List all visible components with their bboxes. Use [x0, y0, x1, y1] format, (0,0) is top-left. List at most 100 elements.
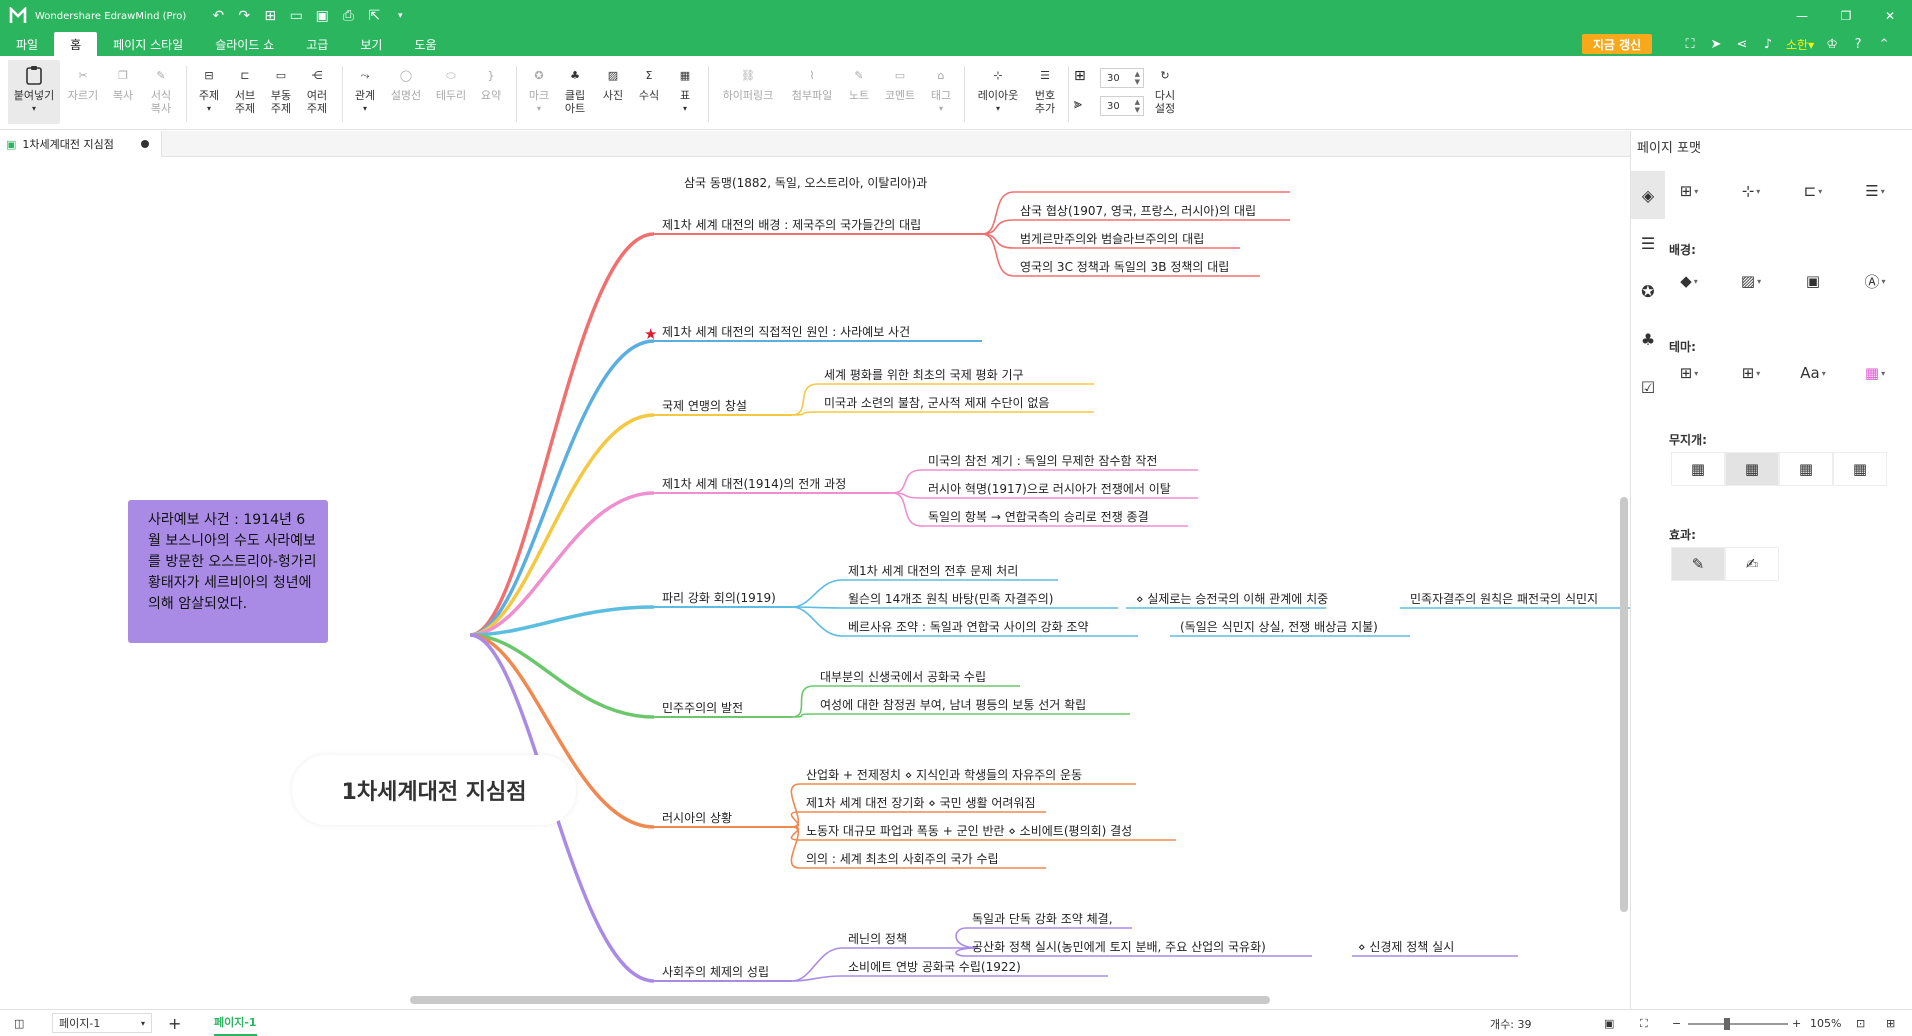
connector-icon[interactable]: ⊏ ▾: [1795, 175, 1831, 207]
subtopic[interactable]: 노동자 대규모 파업과 폭동 + 군인 반란 ⋄ 소비에트(평의회) 결성: [806, 824, 1132, 838]
tab-file[interactable]: 파일: [0, 32, 54, 56]
cut-button[interactable]: ✂ 자르기: [66, 64, 100, 103]
format-copy-button[interactable]: ✎ 서식 복사: [146, 64, 176, 116]
horizontal-scrollbar[interactable]: [410, 996, 1270, 1004]
page-view-icon[interactable]: ◫: [14, 1010, 24, 1036]
rainbow-branch-icon[interactable]: ▦: [1725, 452, 1779, 486]
vertical-scrollbar[interactable]: [1620, 497, 1628, 912]
table-button[interactable]: ▦ 표 ▾: [670, 64, 700, 115]
send-icon[interactable]: ➤: [1708, 36, 1724, 52]
floating-topic-button[interactable]: ▭ 부동 주제: [266, 64, 296, 116]
picture-button[interactable]: ▨ 사진: [598, 64, 628, 103]
reset-button[interactable]: ↻ 다시 설정: [1150, 64, 1180, 116]
window-fit-icon[interactable]: ⊞: [1886, 1010, 1895, 1036]
branch-topic[interactable]: 제1차 세계 대전의 직접적인 원인 : 사라예보 사건: [662, 325, 910, 339]
user-menu[interactable]: 소한▾: [1786, 36, 1814, 52]
subtopic[interactable]: 소비에트 연방 공화국 수립(1922): [848, 960, 1021, 974]
org-chart-icon[interactable]: ⊹ ▾: [1733, 175, 1769, 207]
copy-button[interactable]: ❐ 복사: [108, 64, 138, 103]
branch-topic[interactable]: 제1차 세계 대전의 배경 : 제국주의 국가들간의 대립: [662, 218, 921, 232]
shirt-icon[interactable]: ♔: [1824, 36, 1840, 52]
relation-button[interactable]: ⤳ 관계 ▾: [350, 64, 380, 115]
page-select[interactable]: 페이지-1 ▾: [52, 1013, 152, 1033]
minimize-button[interactable]: —: [1780, 0, 1824, 32]
save-icon[interactable]: ▣: [312, 6, 332, 26]
subtopic[interactable]: 미국과 소련의 불참, 군사적 제재 수단이 없음: [824, 396, 1049, 410]
theme-icon[interactable]: ⊞ ▾: [1671, 357, 1707, 389]
font-icon[interactable]: Aa ▾: [1795, 357, 1831, 389]
subtopic[interactable]: 제1차 세계 대전 장기화 ⋄ 국민 생활 어려워짐: [806, 796, 1036, 810]
branch-topic[interactable]: 사회주의 체제의 성립: [662, 965, 769, 979]
task-icon[interactable]: ☑: [1631, 363, 1665, 411]
subtopic-button[interactable]: ⊏ 서브 주제: [230, 64, 260, 116]
subtopic[interactable]: 여성에 대한 참정권 부여, 남녀 평등의 보통 선거 확립: [820, 698, 1086, 712]
vertical-spacing-input[interactable]: 30 ▲ ▼: [1100, 96, 1144, 116]
effect-handdrawn-icon[interactable]: ✍: [1725, 547, 1779, 581]
tab-home[interactable]: 홈: [54, 32, 98, 56]
branch-topic[interactable]: 러시아의 상황: [662, 811, 732, 825]
multiple-topics-button[interactable]: ⋲ 여러 주제: [302, 64, 332, 116]
tag-button[interactable]: ⌂ 태그 ▾: [926, 64, 956, 115]
zoom-out-icon[interactable]: −: [1672, 1010, 1681, 1036]
help-icon[interactable]: ?: [1850, 36, 1866, 52]
subtopic[interactable]: 제1차 세계 대전의 전후 문제 처리: [848, 564, 1018, 578]
clipart-button[interactable]: ♣ 클립 아트: [560, 64, 590, 116]
branch-topic[interactable]: 파리 강화 회의(1919): [662, 591, 776, 605]
numbering-panel-icon[interactable]: ☰ ▾: [1857, 175, 1893, 207]
summary-button[interactable]: } 요약: [476, 64, 506, 103]
watermark-icon[interactable]: Ⓐ ▾: [1857, 265, 1893, 297]
subtopic[interactable]: 독일의 항복 → 연합국측의 승리로 전쟁 종결: [928, 510, 1149, 524]
fullscreen-icon[interactable]: ⛶: [1682, 36, 1698, 52]
subtopic[interactable]: 삼국 동맹(1882, 독일, 오스트리아, 이탈리아)과: [684, 176, 927, 190]
subtopic[interactable]: 영국의 3C 정책과 독일의 3B 정책의 대립: [1020, 260, 1229, 274]
subtopic[interactable]: 세계 평화를 위한 최초의 국제 평화 기구: [824, 368, 1024, 382]
upgrade-button[interactable]: 지금 갱신: [1582, 34, 1652, 54]
detail-topic[interactable]: ⋄ 신경제 정책 실시: [1358, 940, 1454, 954]
background-image-icon[interactable]: ▨ ▾: [1733, 265, 1769, 297]
callout-button[interactable]: ◯ 설명선: [386, 64, 426, 103]
central-topic[interactable]: 1차세계대전 지심점: [292, 755, 576, 825]
subtopic[interactable]: 삼국 협상(1907, 영국, 프랑스, 러시아)의 대립: [1020, 204, 1256, 218]
new-file-icon[interactable]: ⊞: [260, 6, 280, 26]
comment-button[interactable]: ▭ 코멘트: [880, 64, 920, 103]
mark-panel-icon[interactable]: ✪: [1631, 267, 1665, 315]
topic-button[interactable]: ⊟ 주제 ▾: [194, 64, 224, 115]
page-tab[interactable]: 페이지-1: [214, 1010, 257, 1036]
add-page-icon[interactable]: +: [168, 1010, 181, 1036]
branch-topic[interactable]: 민주주의의 발전: [662, 701, 743, 715]
image-settings-icon[interactable]: ▣: [1795, 265, 1831, 297]
subtopic[interactable]: 대부분의 신생국에서 공화국 수립: [820, 670, 986, 684]
redo-icon[interactable]: ↷: [234, 6, 254, 26]
color-palette-icon[interactable]: ▦ ▾: [1857, 357, 1893, 389]
detail-topic[interactable]: ⋄ 실제로는 승전국의 이해 관계에 치중: [1136, 592, 1328, 606]
mark-button[interactable]: ✪ 마크 ▾: [524, 64, 554, 115]
export-icon[interactable]: ⇱: [364, 6, 384, 26]
subtopic[interactable]: 의의 : 세계 최초의 사회주의 국가 수립: [806, 852, 999, 866]
structure-icon[interactable]: ⊞ ▾: [1671, 175, 1707, 207]
undo-icon[interactable]: ↶: [208, 6, 228, 26]
numbering-button[interactable]: ☰ 번호 추가: [1030, 64, 1060, 116]
share-icon[interactable]: ⋖: [1734, 36, 1750, 52]
effect-solid-icon[interactable]: ✎: [1671, 547, 1725, 581]
branch-topic[interactable]: 국제 연맹의 창설: [662, 399, 747, 413]
clipart-panel-icon[interactable]: ♣: [1631, 315, 1665, 363]
hyperlink-button[interactable]: ⛓ 하이퍼링크: [716, 64, 780, 103]
horizontal-spacing-input[interactable]: 30 ▲ ▼: [1100, 68, 1144, 88]
branch-topic[interactable]: 제1차 세계 대전(1914)의 전개 과정: [662, 477, 846, 491]
zoom-slider[interactable]: [1688, 1010, 1788, 1036]
list-icon[interactable]: ☰: [1631, 219, 1665, 267]
detail-topic[interactable]: 민족자결주의 원칙은 패전국의 식민지: [1410, 592, 1598, 606]
callout-note[interactable]: 사라예보 사건 : 1914년 6월 보스니아의 수도 사라예보를 방문한 오스…: [128, 500, 328, 643]
fit-screen-icon[interactable]: ⊡: [1856, 1010, 1865, 1036]
rainbow-level-icon[interactable]: ▦: [1779, 452, 1833, 486]
paste-button[interactable]: 붙여넣기 ▾: [8, 60, 60, 124]
theme-color-icon[interactable]: ⊞ ▾: [1733, 357, 1769, 389]
attachment-button[interactable]: ⌇ 첨부파일: [786, 64, 838, 103]
close-button[interactable]: ✕: [1868, 0, 1912, 32]
mindmap-canvas[interactable]: 사라예보 사건 : 1914년 6월 보스니아의 수도 사라예보를 방문한 오스…: [0, 157, 1630, 999]
note-button[interactable]: ✎ 노트: [844, 64, 874, 103]
detail-topic[interactable]: 공산화 정책 실시(농민에게 토지 분배, 주요 산업의 국유화): [972, 940, 1266, 954]
rainbow-none-icon[interactable]: ▦: [1671, 452, 1725, 486]
paint-bucket-icon[interactable]: ◈: [1631, 171, 1665, 219]
subtopic[interactable]: 윌슨의 14개조 원칙 바탕(민족 자결주의): [848, 592, 1054, 606]
